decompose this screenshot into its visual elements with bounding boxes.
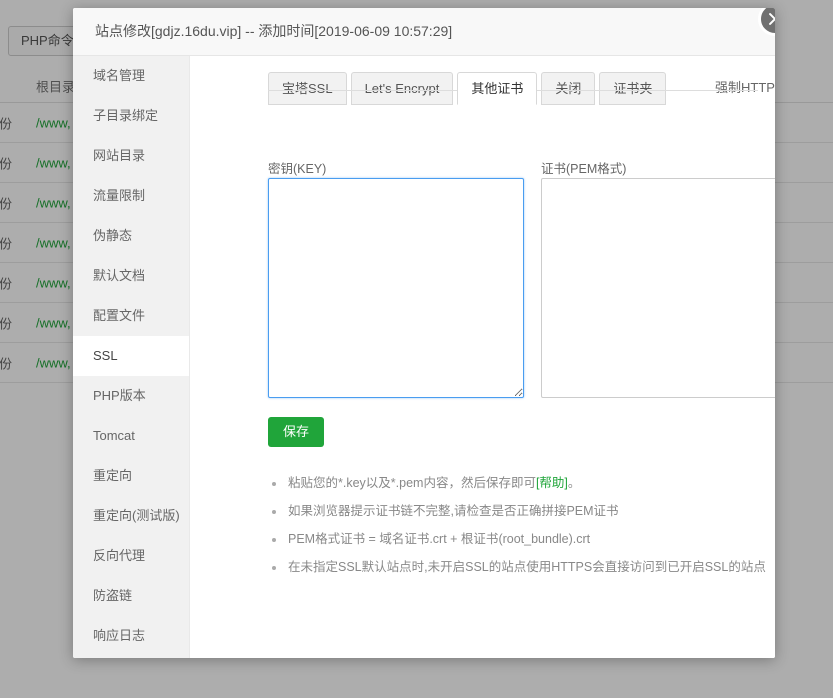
key-field-label: 密钥(KEY): [268, 162, 327, 176]
note-text: PEM格式证书 = 域名证书.crt + 根证书(root_bundle).cr…: [288, 532, 591, 546]
sidebar-item-label: 响应日志: [93, 628, 146, 643]
sidebar-item-label: 子目录绑定: [93, 108, 159, 123]
sidebar-item-PHP版本[interactable]: PHP版本: [73, 376, 189, 416]
sidebar-item-重定向(测试版)[interactable]: 重定向(测试版): [73, 496, 189, 536]
sidebar-item-label: 防盗链: [93, 588, 133, 603]
tab-label: 其他证书: [471, 81, 524, 96]
sidebar-item-label: 网站目录: [93, 148, 146, 163]
sidebar-item-label: 伪静态: [93, 228, 133, 243]
note-item: PEM格式证书 = 域名证书.crt + 根证书(root_bundle).cr…: [268, 532, 768, 547]
ssl-tabs: 宝塔SSL Let's Encrypt 其他证书 关闭 证书夹: [268, 70, 670, 105]
tab-label: 宝塔SSL: [282, 81, 333, 96]
sidebar-item-SSL[interactable]: SSL: [73, 336, 189, 376]
tab-label: 关闭: [555, 81, 582, 96]
force-https-label: 强制HTTPS: [715, 80, 775, 95]
modal-title: 站点修改[gdjz.16du.vip] -- 添加时间[2019-06-09 1…: [95, 23, 453, 39]
sidebar-item-重定向[interactable]: 重定向: [73, 456, 189, 496]
note-item: 如果浏览器提示证书链不完整,请检查是否正确拼接PEM证书: [268, 504, 768, 519]
pem-field-label: 证书(PEM格式): [541, 162, 627, 176]
sidebar-item-防盗链[interactable]: 防盗链: [73, 576, 189, 616]
sidebar-item-伪静态[interactable]: 伪静态: [73, 216, 189, 256]
sidebar-item-label: 流量限制: [93, 188, 146, 203]
sidebar-item-Tomcat[interactable]: Tomcat: [73, 416, 189, 456]
sidebar-item-响应日志[interactable]: 响应日志: [73, 616, 189, 656]
modal-sidebar: 域名管理子目录绑定网站目录流量限制伪静态默认文档配置文件 SSL PHP版本 Tomc…: [73, 56, 190, 658]
sidebar-item-反向代理[interactable]: 反向代理: [73, 536, 189, 576]
sidebar-item-label: SSL: [93, 348, 118, 363]
sidebar-item-默认文档[interactable]: 默认文档: [73, 256, 189, 296]
note-text: 粘贴您的*.key以及*.pem内容，然后保存即可: [288, 476, 536, 490]
ssl-notes-list: 粘贴您的*.key以及*.pem内容，然后保存即可[帮助]。如果浏览器提示证书链…: [268, 476, 768, 588]
sidebar-item-网站目录[interactable]: 网站目录: [73, 136, 189, 176]
sidebar-item-label: 重定向: [93, 468, 133, 483]
note-text: 在未指定SSL默认站点时,未开启SSL的站点使用HTTPS会直接访问到已开启SS…: [288, 560, 766, 574]
modal-content: 宝塔SSL Let's Encrypt 其他证书 关闭 证书夹 强制HTTPS 密钥(K…: [190, 56, 775, 658]
sidebar-item-label: 配置文件: [93, 308, 146, 323]
help-link[interactable]: [帮助]: [536, 476, 568, 490]
sidebar-item-label: 默认文档: [93, 268, 146, 283]
sidebar-item-label: PHP版本: [93, 388, 146, 403]
tab-其他证书[interactable]: 其他证书: [457, 72, 538, 105]
sidebar-item-label: 反向代理: [93, 548, 146, 563]
site-edit-modal: 站点修改[gdjz.16du.vip] -- 添加时间[2019-06-09 1…: [73, 8, 775, 658]
sidebar-item-label: 域名管理: [93, 68, 146, 83]
note-item: 在未指定SSL默认站点时,未开启SSL的站点使用HTTPS会直接访问到已开启SS…: [268, 560, 768, 575]
sidebar-item-配置文件[interactable]: 配置文件: [73, 296, 189, 336]
note-text: 如果浏览器提示证书链不完整,请检查是否正确拼接PEM证书: [288, 504, 619, 518]
sidebar-item-子目录绑定[interactable]: 子目录绑定: [73, 96, 189, 136]
sidebar-item-label: 重定向(测试版): [93, 508, 180, 523]
key-input[interactable]: [268, 178, 524, 398]
sidebar-item-域名管理[interactable]: 域名管理: [73, 56, 189, 96]
tab-证书夹[interactable]: 证书夹: [599, 72, 667, 105]
tab-label: 证书夹: [613, 81, 653, 96]
pem-input[interactable]: [541, 178, 775, 398]
note-item: 粘贴您的*.key以及*.pem内容，然后保存即可[帮助]。: [268, 476, 768, 491]
tab-Let's Encrypt[interactable]: Let's Encrypt: [350, 72, 454, 105]
tab-label: Let's Encrypt: [364, 81, 440, 96]
tab-关闭[interactable]: 关闭: [541, 72, 596, 105]
tab-宝塔SSL[interactable]: 宝塔SSL: [268, 72, 347, 105]
force-https-control: 强制HTTPS: [715, 76, 775, 97]
save-button[interactable]: 保存: [268, 417, 325, 447]
modal-header: 站点修改[gdjz.16du.vip] -- 添加时间[2019-06-09 1…: [73, 8, 775, 56]
note-text-suffix: 。: [567, 476, 581, 490]
sidebar-item-label: Tomcat: [93, 428, 135, 443]
sidebar-item-流量限制[interactable]: 流量限制: [73, 176, 189, 216]
tabs-row: 宝塔SSL Let's Encrypt 其他证书 关闭 证书夹 强制HTTPS: [190, 70, 775, 106]
